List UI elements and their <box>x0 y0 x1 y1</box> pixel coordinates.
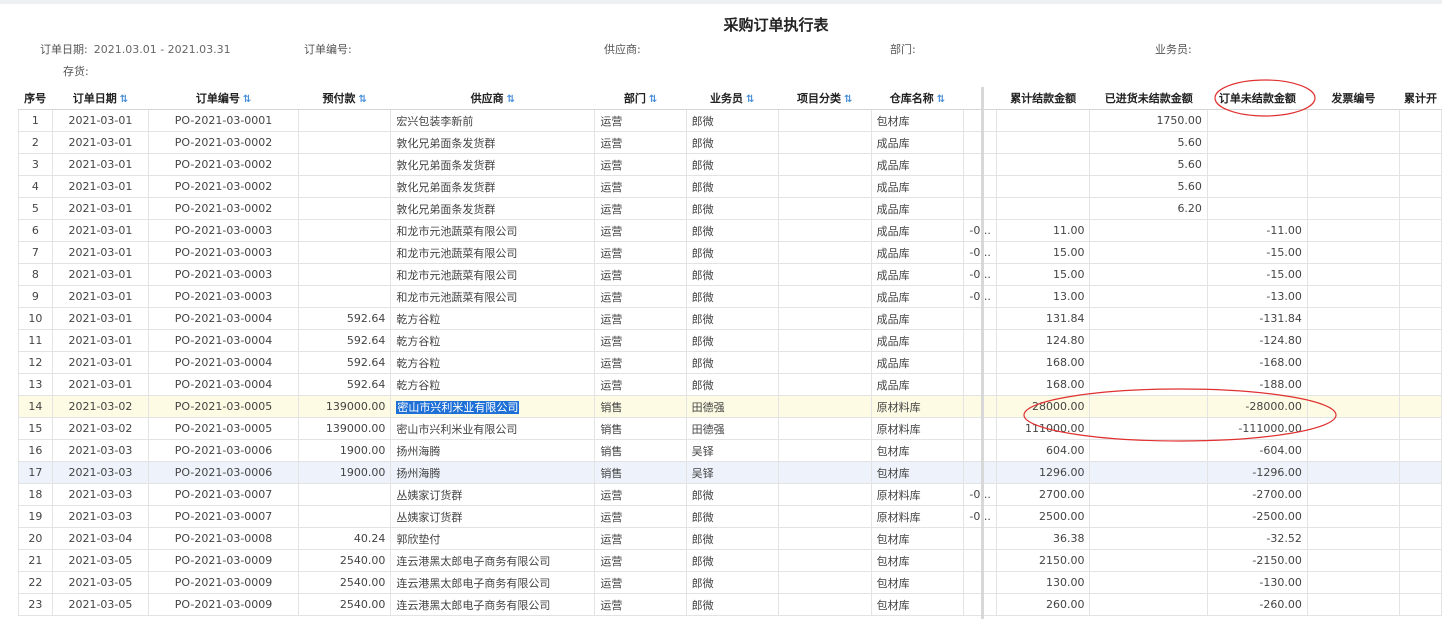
annotation-circle-header <box>1214 79 1316 117</box>
annotation-circle-rows <box>1023 388 1337 442</box>
annotation-layer <box>1023 79 1337 442</box>
